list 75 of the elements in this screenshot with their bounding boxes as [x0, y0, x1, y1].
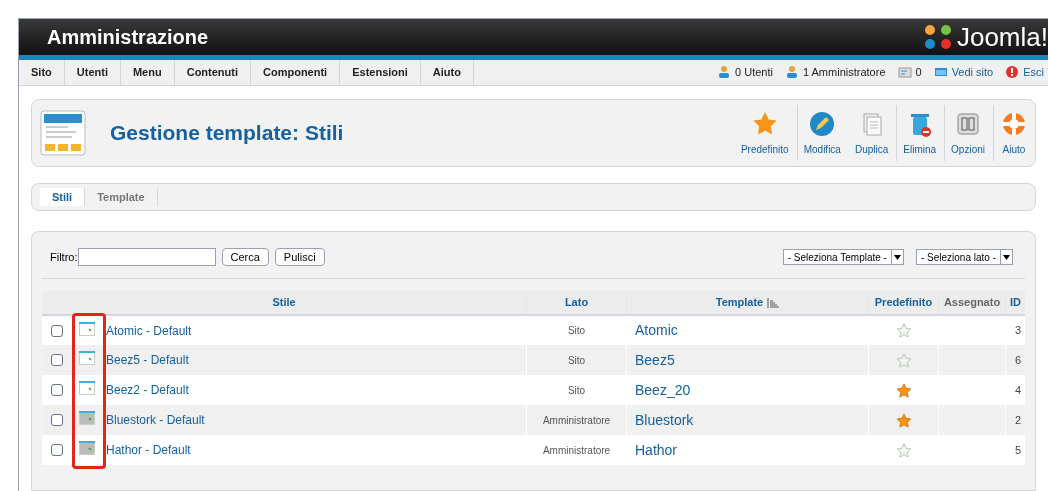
template-link[interactable]: Atomic [635, 322, 678, 338]
status-text: 1 Amministratore [802, 65, 886, 81]
template-link[interactable]: Beez_20 [635, 381, 691, 398]
tab[interactable]: Stili [40, 187, 86, 207]
status-text: 0 [915, 65, 922, 81]
menu-item[interactable]: Estensioni [340, 59, 421, 85]
style-link[interactable]: Bluestork - Default [106, 411, 205, 429]
row-checkbox[interactable] [51, 384, 63, 396]
menu-item[interactable]: Aiuto [420, 59, 474, 85]
menu-item[interactable]: Componenti [251, 59, 341, 85]
row-checkbox[interactable] [51, 354, 63, 366]
dropdown[interactable]: - Seleziona lato - [915, 249, 1013, 265]
star-icon[interactable] [895, 323, 912, 340]
toolbar-button[interactable]: Opzioni [944, 105, 991, 161]
table-cell: 5 [1005, 435, 1025, 465]
template-link[interactable]: Hathor [635, 441, 678, 458]
column-header: Assegnato [943, 296, 1001, 309]
star-icon[interactable] [895, 382, 912, 399]
style-link[interactable]: Beez5 - Default [106, 351, 189, 369]
table-cell: Amministratore [526, 435, 627, 465]
toolbar-button[interactable]: Duplica [848, 105, 895, 161]
pencil-icon [808, 109, 837, 138]
table-cell: Amministratore [526, 405, 627, 435]
menu-item[interactable]: Sito [19, 59, 65, 85]
style-link[interactable]: Atomic - Default [106, 321, 192, 340]
header-title: Amministrazione [47, 24, 209, 50]
template-icon [40, 110, 86, 156]
table-cell: 2 [1005, 405, 1025, 435]
toolbar-button[interactable]: Elimina [896, 105, 943, 161]
logo-text: Joomla! [956, 23, 1048, 50]
filter-label: Filtro: [50, 249, 78, 265]
menu-item[interactable]: Contenuti [174, 59, 251, 85]
template-link[interactable]: Bluestork [635, 411, 694, 428]
column-header[interactable]: Predefinito [874, 296, 933, 309]
status-link[interactable]: Vedi sito [951, 64, 994, 81]
sort-icon[interactable] [767, 298, 780, 309]
column-header[interactable]: Template [715, 296, 764, 309]
status-text: 0 Utenti [735, 65, 773, 81]
toolbar-button[interactable]: Predefinito [734, 105, 795, 161]
row-checkbox[interactable] [51, 444, 63, 456]
page-title: Gestione template: Stili [110, 120, 344, 147]
star-icon[interactable] [895, 412, 912, 429]
row-checkbox[interactable] [51, 414, 63, 426]
menu-item[interactable]: Menu [120, 59, 175, 85]
table-cell: 4 [1005, 375, 1025, 405]
style-link[interactable]: Beez2 - Default [106, 381, 189, 399]
toolbar-button[interactable]: Modifica [796, 105, 847, 161]
column-header[interactable]: Stile [272, 296, 296, 309]
star-icon[interactable] [895, 352, 912, 369]
filter-button[interactable]: Cerca [221, 248, 269, 266]
logout-icon [1005, 65, 1020, 80]
tab[interactable]: Template [85, 187, 158, 207]
toolbar-button[interactable]: Aiuto [993, 105, 1034, 161]
caret-icon [893, 254, 901, 260]
dropdown[interactable]: - Seleziona Template - [782, 249, 904, 265]
table-cell: Sito [526, 375, 627, 405]
star-icon[interactable] [895, 442, 912, 459]
table-cell: Sito [526, 345, 627, 375]
logo-icon [922, 22, 953, 51]
status-link[interactable]: Esci [1023, 64, 1044, 81]
table-cell: 6 [1005, 345, 1025, 375]
column-header[interactable]: Lato [564, 296, 589, 309]
style-link[interactable]: Hathor - Default [106, 441, 191, 459]
message-icon [897, 65, 912, 80]
filter-button[interactable]: Pulisci [274, 248, 325, 266]
template-link[interactable]: Beez5 [635, 351, 675, 368]
column-header[interactable]: ID [1010, 296, 1021, 309]
table-cell: Sito [526, 315, 627, 345]
filter-field[interactable] [77, 248, 216, 266]
row-checkbox[interactable] [51, 324, 63, 337]
user-icon [784, 65, 799, 80]
caret-icon [1003, 254, 1010, 260]
menu-item[interactable]: Utenti [64, 59, 121, 85]
users-icon [717, 65, 732, 80]
table-cell: 3 [1005, 315, 1025, 345]
